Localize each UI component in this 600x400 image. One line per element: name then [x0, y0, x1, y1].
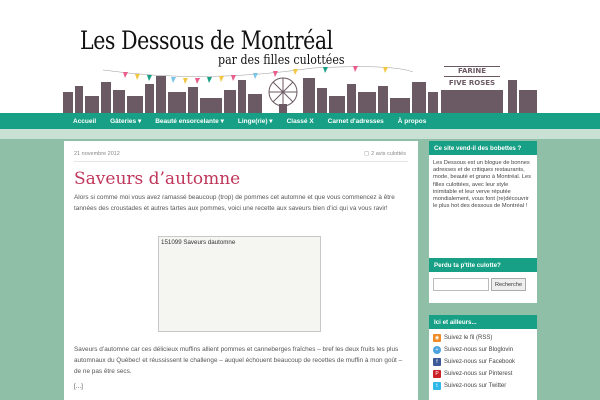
- comment-icon: ◻: [364, 151, 370, 157]
- skyline-sign-top: FARINE: [458, 67, 486, 75]
- read-more-link[interactable]: [...]: [74, 383, 83, 390]
- search-button[interactable]: Recherche: [491, 278, 527, 291]
- skyline-illustration: FARINE FIVE ROSES: [63, 66, 537, 113]
- search-widget: Perdu ta p'tite culotte? Recherche: [429, 258, 537, 303]
- about-widget: Ce site vend-il des bobettes ? Les Desso…: [429, 141, 537, 258]
- nav-item-carnet[interactable]: Carnet d'adresses: [321, 118, 391, 125]
- link-bloglovin-label: Suivez-nous sur Bloglovin: [444, 347, 514, 353]
- link-pinterest[interactable]: P Suivez-nous sur Pinterest: [429, 368, 537, 380]
- skyline-sign-bottom: FIVE ROSES: [449, 79, 495, 87]
- meta-divider: [74, 161, 408, 162]
- about-widget-text: Les Dessous est un blogue de bonnes adre…: [433, 160, 532, 210]
- links-widget: Ici et ailleurs... ◉ Suivez le fil (RSS)…: [429, 315, 537, 400]
- post-body: Saveurs d’automne car ces délicieux muff…: [74, 346, 403, 375]
- link-facebook-label: Suivez-nous sur Facebook: [444, 359, 516, 365]
- links-widget-title: Ici et ailleurs...: [429, 315, 537, 329]
- nav-item-gateries[interactable]: Gâteries ▾: [103, 117, 148, 125]
- link-pinterest-label: Suivez-nous sur Pinterest: [444, 371, 513, 377]
- bloglovin-icon: +: [433, 346, 441, 354]
- navbar-divider: [0, 129, 600, 139]
- post-intro: Alors si comme moi vous avez ramassé bea…: [74, 194, 395, 212]
- about-widget-title: Ce site vend-il des bobettes ?: [429, 141, 537, 155]
- search-widget-title: Perdu ta p'tite culotte?: [429, 258, 537, 272]
- link-twitter-label: Suivez-nous sur Twitter: [444, 383, 507, 389]
- post-article: 21 novembre 2012 ◻ 2 avis culottés Saveu…: [64, 141, 418, 400]
- search-input[interactable]: [433, 278, 489, 291]
- link-rss[interactable]: ◉ Suivez le fil (RSS): [429, 332, 537, 344]
- nav-item-beaute[interactable]: Beauté ensorcelante ▾: [148, 117, 231, 125]
- nav-item-a-propos[interactable]: À propos: [391, 118, 434, 125]
- rss-icon: ◉: [433, 334, 441, 342]
- site-header: Les Dessous de Montréal par des filles c…: [0, 0, 600, 113]
- post-date[interactable]: 21 novembre 2012: [74, 151, 120, 157]
- link-twitter[interactable]: t Suivez-nous sur Twitter: [429, 380, 537, 392]
- nav-item-classe-x[interactable]: Classé X: [280, 118, 321, 125]
- post-image[interactable]: 151099 Saveurs dautomne: [158, 236, 321, 332]
- link-rss-label: Suivez le fil (RSS): [444, 335, 493, 341]
- link-facebook[interactable]: f Suivez-nous sur Facebook: [429, 356, 537, 368]
- post-image-alt-text: 151099 Saveurs dautomne: [161, 239, 236, 246]
- facebook-icon: f: [433, 358, 441, 366]
- link-bloglovin[interactable]: + Suivez-nous sur Bloglovin: [429, 344, 537, 356]
- twitter-icon: t: [433, 382, 441, 390]
- pinterest-icon: P: [433, 370, 441, 378]
- nav-item-accueil[interactable]: Accueil: [66, 118, 103, 125]
- site-title[interactable]: Les Dessous de Montréal: [80, 26, 333, 55]
- nav-item-lingerie[interactable]: Linge(rie) ▾: [231, 117, 280, 125]
- main-navigation: Accueil Gâteries ▾ Beauté ensorcelante ▾…: [0, 113, 600, 129]
- post-comments-link[interactable]: ◻ 2 avis culottés: [364, 150, 406, 158]
- post-comments-label: 2 avis culottés: [371, 150, 406, 157]
- post-title[interactable]: Saveurs d’automne: [74, 169, 240, 189]
